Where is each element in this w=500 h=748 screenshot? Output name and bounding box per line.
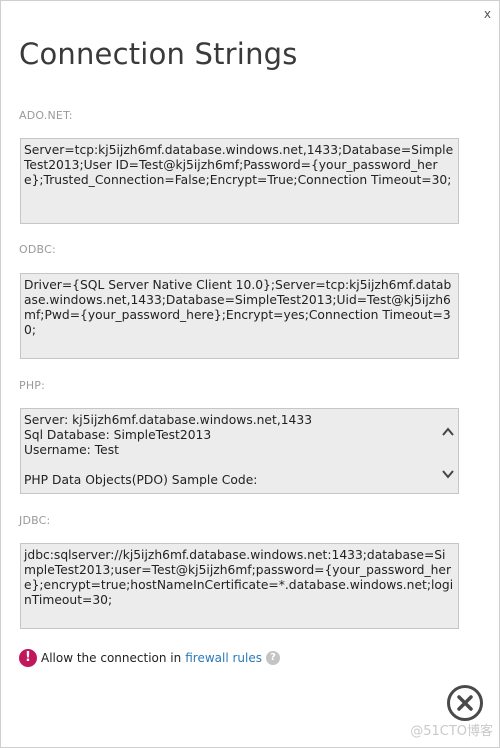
php-box-wrapper: Server: kj5ijzh6mf.database.windows.net,… <box>20 408 459 494</box>
firewall-notice-text: Allow the connection in <box>41 651 182 665</box>
connection-strings-dialog: x Connection Strings ADO.NET: Server=tcp… <box>0 0 500 748</box>
section-label-jdbc: JDBC: <box>19 514 51 527</box>
adonet-connection-string-box[interactable]: Server=tcp:kj5ijzh6mf.database.windows.n… <box>20 138 459 224</box>
chevron-down-icon[interactable] <box>441 466 455 480</box>
exclamation-circle-icon: ! <box>19 649 37 667</box>
odbc-connection-string-box[interactable]: Driver={SQL Server Native Client 10.0};S… <box>20 273 459 359</box>
firewall-rules-link[interactable]: firewall rules <box>185 651 262 665</box>
close-button[interactable] <box>447 685 483 721</box>
section-label-odbc: ODBC: <box>19 243 56 256</box>
window-close-icon[interactable]: x <box>484 7 491 21</box>
section-label-php: PHP: <box>19 379 46 392</box>
chevron-up-icon[interactable] <box>441 424 455 438</box>
section-label-adonet: ADO.NET: <box>19 109 73 122</box>
question-circle-icon[interactable]: ? <box>266 651 281 665</box>
jdbc-connection-string-box[interactable]: jdbc:sqlserver://kj5ijzh6mf.database.win… <box>20 543 459 629</box>
close-circle-icon <box>457 695 473 711</box>
watermark: @51CTO博客 <box>410 724 493 739</box>
php-connection-string-box[interactable]: Server: kj5ijzh6mf.database.windows.net,… <box>20 408 459 494</box>
page-title: Connection Strings <box>19 37 298 71</box>
firewall-notice: ! Allow the connection in firewall rules… <box>19 647 281 669</box>
